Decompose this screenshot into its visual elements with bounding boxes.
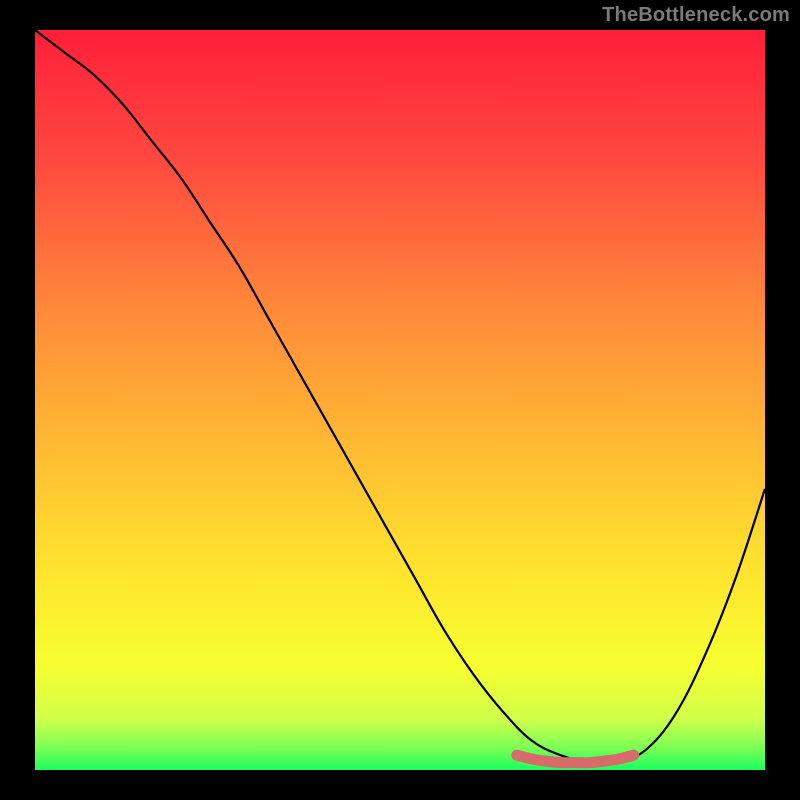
watermark-text: TheBottleneck.com [602,4,790,27]
plot-background [35,30,765,770]
bottleneck-chart [0,0,800,800]
chart-frame: TheBottleneck.com [0,0,800,800]
